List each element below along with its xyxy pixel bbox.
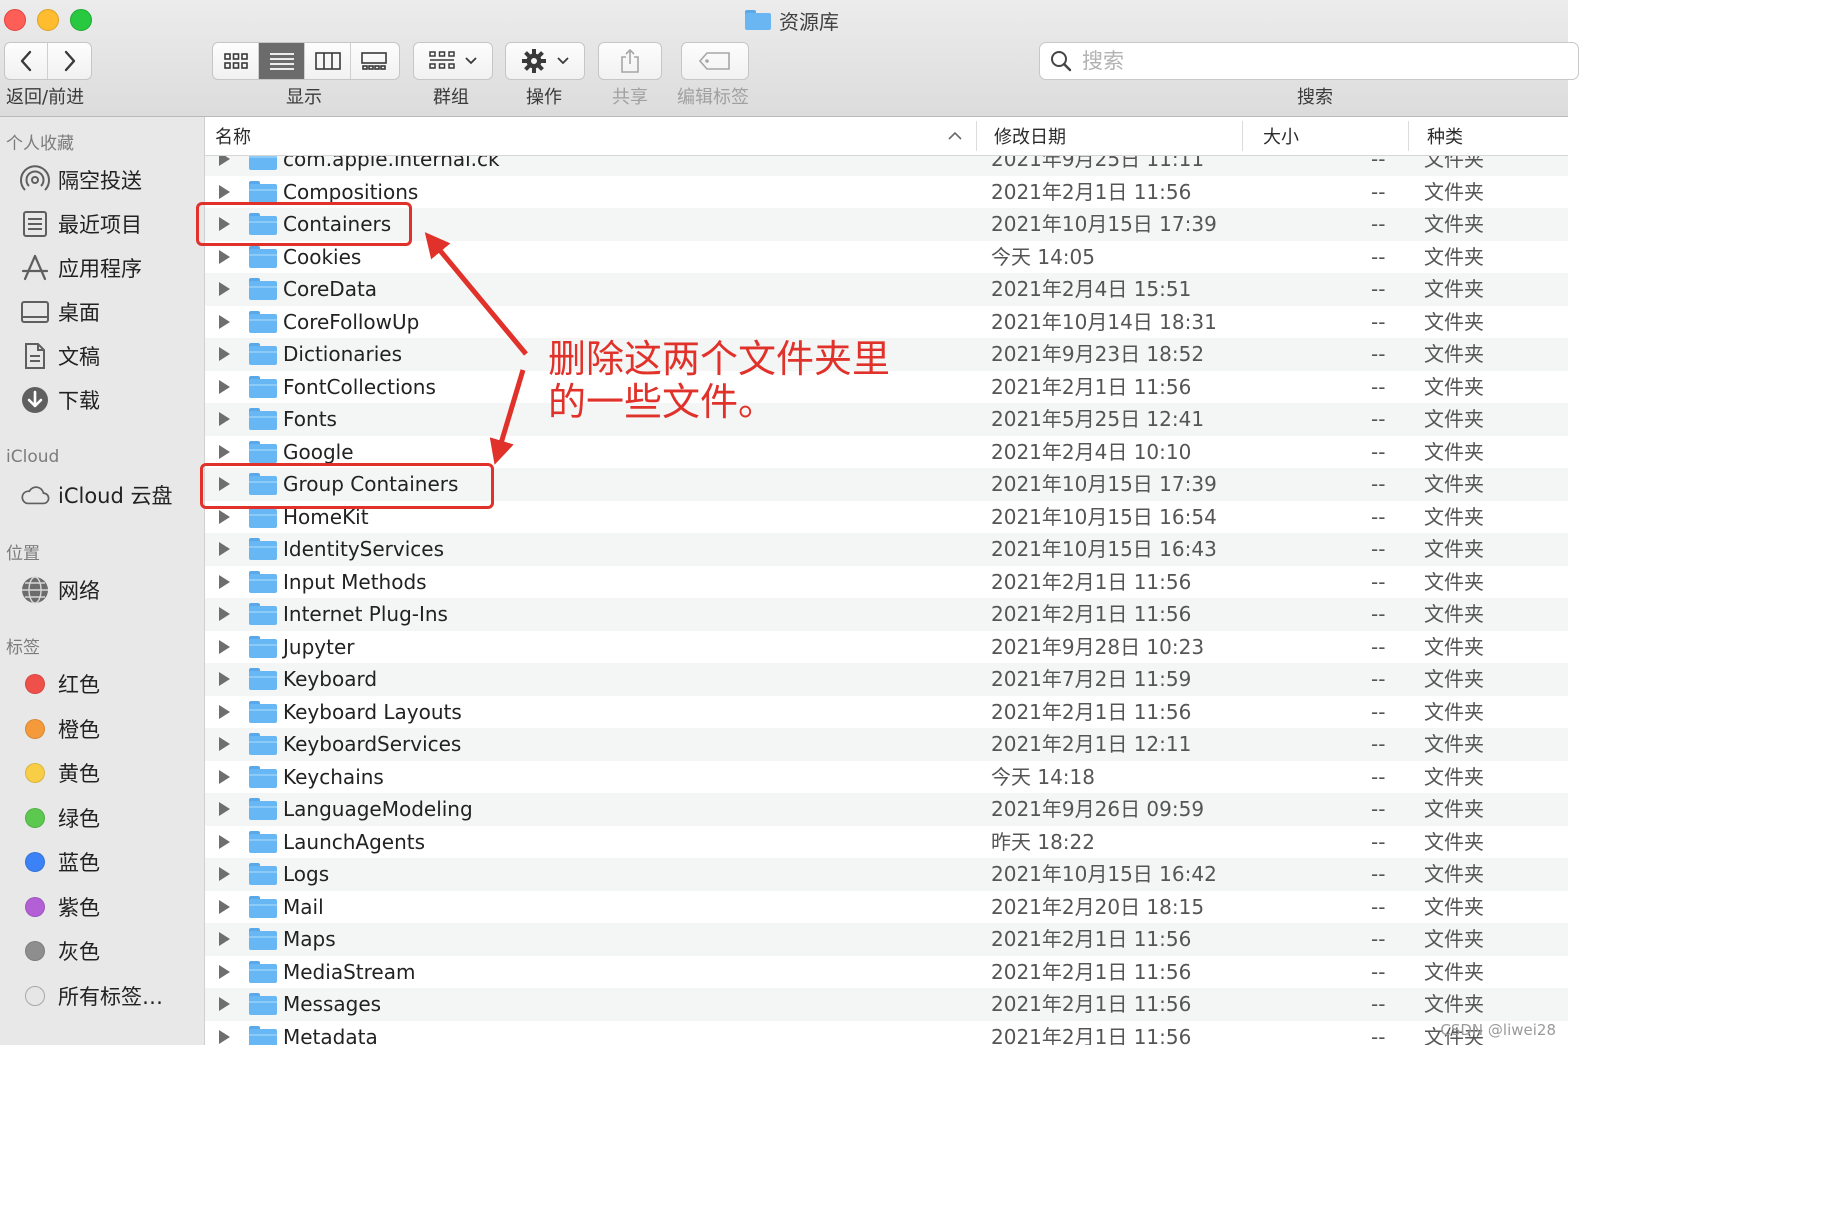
annotation-arrows <box>424 232 528 465</box>
annotation-line-2: 的一些文件。 <box>548 380 777 424</box>
arrow-to-group-containers <box>489 369 526 465</box>
annotation-note: 删除这两个文件夹里 的一些文件。 <box>548 338 948 424</box>
annotation-line-1: 删除这两个文件夹里 <box>548 337 891 381</box>
arrow-to-containers <box>424 232 528 356</box>
